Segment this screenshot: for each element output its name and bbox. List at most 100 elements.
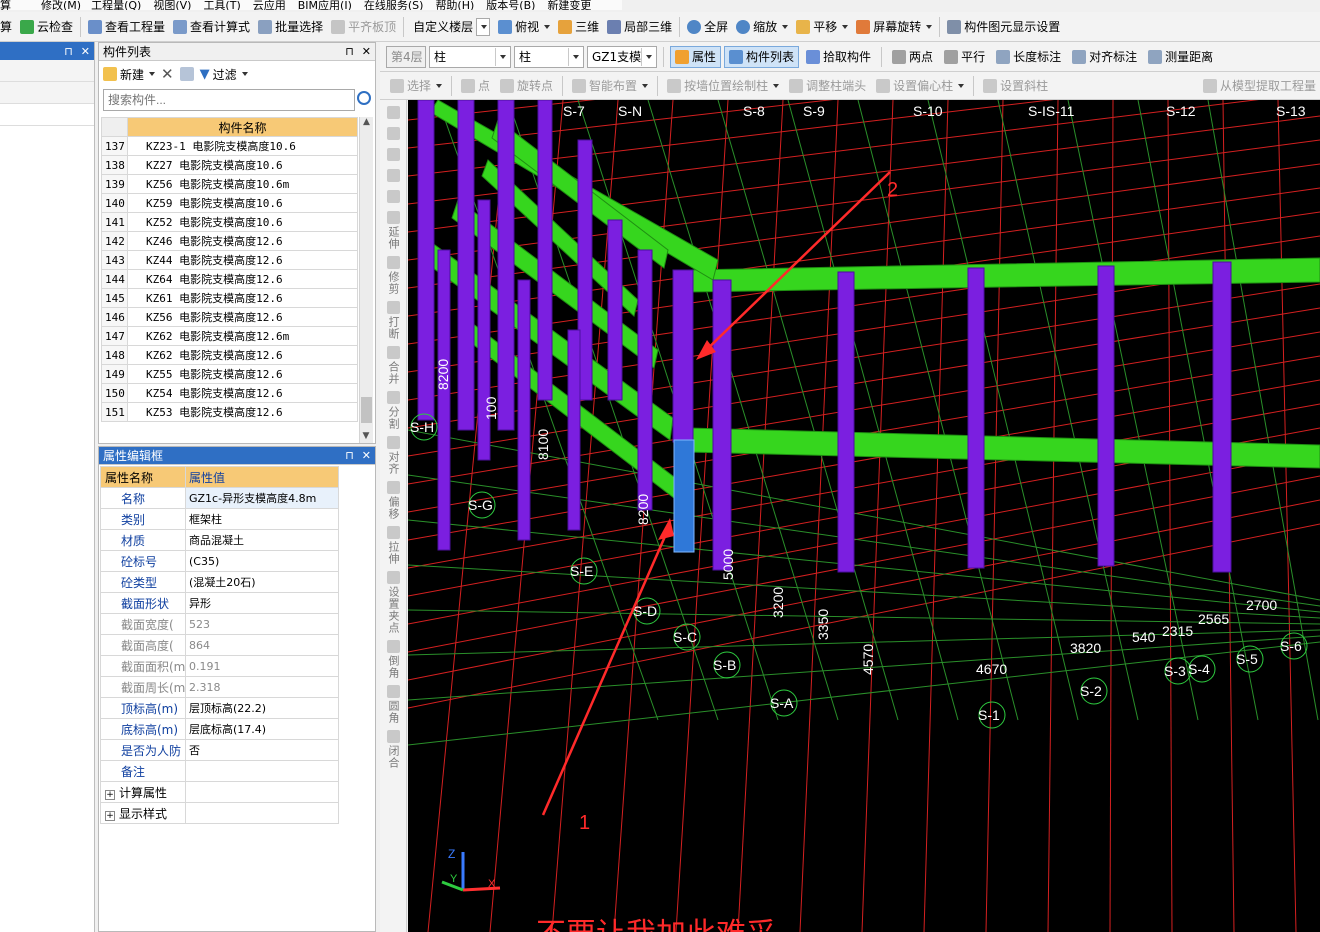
column[interactable] — [672, 269, 694, 443]
element-list-button[interactable]: 构件列表 — [724, 45, 800, 68]
delete-icon[interactable]: ✕ — [161, 65, 174, 83]
close-icon[interactable]: ✕ — [362, 45, 371, 58]
column[interactable] — [517, 279, 531, 541]
pin-icon[interactable]: ⊓ — [345, 449, 354, 462]
column[interactable] — [477, 199, 491, 461]
column[interactable] — [837, 271, 855, 573]
table-row[interactable]: 137 KZ23-1 电影院支模高度10.6 — [101, 136, 358, 156]
three-d-button[interactable]: 三维 — [554, 16, 603, 38]
property-value[interactable]: 864 — [185, 634, 339, 656]
modify-tool[interactable]: 对齐 — [386, 436, 400, 475]
property-row[interactable]: 截面高度(864 — [100, 634, 339, 656]
column[interactable] — [537, 100, 553, 401]
pick-element-button[interactable]: 拾取构件 — [802, 46, 875, 68]
property-value[interactable]: GZ1c-异形支模高度4.8m — [185, 487, 339, 509]
property-value[interactable]: 层底标高(17.4) — [185, 718, 339, 740]
close-icon[interactable]: ✕ — [362, 449, 371, 462]
modify-tool[interactable]: 闭合 — [386, 730, 400, 769]
table-row[interactable]: 150 KZ54 电影院支模高度12.6 — [101, 383, 358, 403]
property-row[interactable]: 类别 框架柱 — [100, 508, 339, 530]
menu-item[interactable]: 视图(V) — [153, 0, 191, 10]
column[interactable] — [607, 219, 623, 401]
navigation-row[interactable] — [0, 104, 94, 126]
modify-tool[interactable]: 延伸 — [386, 211, 400, 250]
menu-item[interactable]: 修改(M) — [41, 0, 81, 10]
property-row[interactable]: 材质 商品混凝土 — [100, 529, 339, 551]
pin-icon[interactable]: ⊓ — [345, 45, 354, 58]
component-list-scrollbar[interactable]: ▲ ▼ — [359, 117, 373, 443]
column[interactable] — [497, 100, 515, 431]
align-slab-top-button[interactable]: 平齐板顶 — [327, 16, 400, 38]
table-row[interactable]: 145 KZ61 电影院支模高度12.6 — [101, 288, 358, 308]
scroll-down-icon[interactable]: ▼ — [360, 431, 372, 441]
navigation-row[interactable] — [0, 60, 94, 82]
component-search-input[interactable] — [103, 89, 355, 111]
menu-item[interactable]: 算 — [0, 0, 11, 10]
menu-item[interactable]: 新建变更 — [547, 0, 591, 10]
set-eccentric-button[interactable]: 设置偏心柱 — [872, 75, 968, 97]
menu-item[interactable]: 在线服务(S) — [364, 0, 424, 10]
element-type-select[interactable]: 柱 — [429, 45, 511, 68]
select-button[interactable]: 选择 — [386, 75, 446, 97]
expand-icon[interactable]: + — [105, 789, 115, 800]
element-display-settings-button[interactable]: 构件图元显示设置 — [943, 16, 1064, 38]
zoom-button[interactable]: 缩放 — [732, 16, 792, 38]
length-dimension-button[interactable]: 长度标注 — [992, 46, 1065, 68]
property-value[interactable]: 2.318 — [185, 676, 339, 698]
expand-icon[interactable]: + — [105, 810, 115, 821]
modify-tool[interactable]: 倒角 — [386, 640, 400, 679]
custom-floor-dropdown[interactable]: 自定义楼层 — [407, 16, 494, 38]
property-row[interactable]: 是否为人防否 — [100, 739, 339, 761]
column[interactable] — [637, 249, 653, 511]
adjust-column-end-button[interactable]: 调整柱端头 — [785, 75, 870, 97]
column[interactable] — [567, 329, 581, 531]
menu-item[interactable]: 工程量(Q) — [91, 0, 141, 10]
floor-select[interactable]: 第4层 — [386, 45, 426, 68]
filter-button[interactable]: ▼ 过滤 — [200, 63, 248, 85]
property-row[interactable]: 砼类型 (混凝土20石) — [100, 571, 339, 593]
property-value[interactable]: 523 — [185, 613, 339, 635]
table-row[interactable]: 139 KZ56 电影院支模高度10.6m — [101, 174, 358, 194]
property-row[interactable]: 截面形状 异形 — [100, 592, 339, 614]
pin-icon[interactable]: ⊓ — [64, 45, 73, 58]
modify-tool[interactable]: 分割 — [386, 391, 400, 430]
tool-mirror[interactable] — [386, 148, 400, 163]
table-row[interactable]: 138 KZ27 电影院支模高度10.6 — [101, 155, 358, 175]
tool-pen[interactable] — [386, 106, 400, 121]
navigation-row[interactable] — [0, 82, 94, 104]
property-row[interactable]: 截面面积(m 0.191 — [100, 655, 339, 677]
property-value[interactable]: (混凝土20石) — [185, 571, 339, 593]
column[interactable] — [967, 267, 985, 569]
modify-tool[interactable]: 偏移 — [386, 481, 400, 520]
column[interactable] — [1212, 261, 1232, 573]
property-value[interactable]: 否 — [185, 739, 339, 761]
column[interactable] — [417, 100, 435, 421]
model-canvas[interactable]: S-7 S-N S-8 S-9 S-10 S-IS-11 S-12 S-13S-HS-GS-E… — [408, 100, 1320, 932]
modify-tool[interactable]: 打断 — [386, 301, 400, 340]
property-value[interactable]: (C35) — [185, 550, 339, 572]
measure-distance-button[interactable]: 测量距离 — [1144, 46, 1217, 68]
new-component-button[interactable]: 新建 — [103, 63, 156, 85]
scroll-up-icon[interactable]: ▲ — [360, 117, 373, 127]
selected-column[interactable] — [673, 439, 695, 553]
menu-item[interactable]: 工具(T) — [203, 0, 240, 10]
modify-tool[interactable]: 拉伸 — [386, 526, 400, 565]
tool-copy[interactable] — [386, 127, 400, 142]
element-subtype-select[interactable]: 柱 — [514, 45, 584, 68]
property-row[interactable]: 名称 GZ1c-异形支模高度4.8m — [100, 487, 339, 509]
menu-item[interactable]: BIM应用(I) — [298, 0, 352, 10]
property-value[interactable] — [185, 760, 339, 782]
menu-item[interactable]: 云应用 — [253, 0, 286, 10]
smart-layout-button[interactable]: 智能布置 — [568, 75, 652, 97]
set-slanted-button[interactable]: 设置斜柱 — [979, 75, 1052, 97]
modify-tool[interactable]: 设置夹点 — [386, 571, 400, 634]
table-row[interactable]: 142 KZ46 电影院支模高度12.6 — [101, 231, 358, 251]
table-row[interactable]: 149 KZ55 电影院支模高度12.6 — [101, 364, 358, 384]
rotate-screen-button[interactable]: 屏幕旋转 — [852, 16, 936, 38]
draw-by-wall-button[interactable]: 按墙位置绘制柱 — [663, 75, 783, 97]
table-row[interactable]: 141 KZ52 电影院支模高度10.6 — [101, 212, 358, 232]
table-row[interactable]: 147 KZ62 电影院支模高度12.6m — [101, 326, 358, 346]
parallel-button[interactable]: 平行 — [940, 46, 989, 68]
full-screen-button[interactable]: 全屏 — [683, 16, 732, 38]
property-row[interactable]: 底标高(m) 层底标高(17.4) — [100, 718, 339, 740]
